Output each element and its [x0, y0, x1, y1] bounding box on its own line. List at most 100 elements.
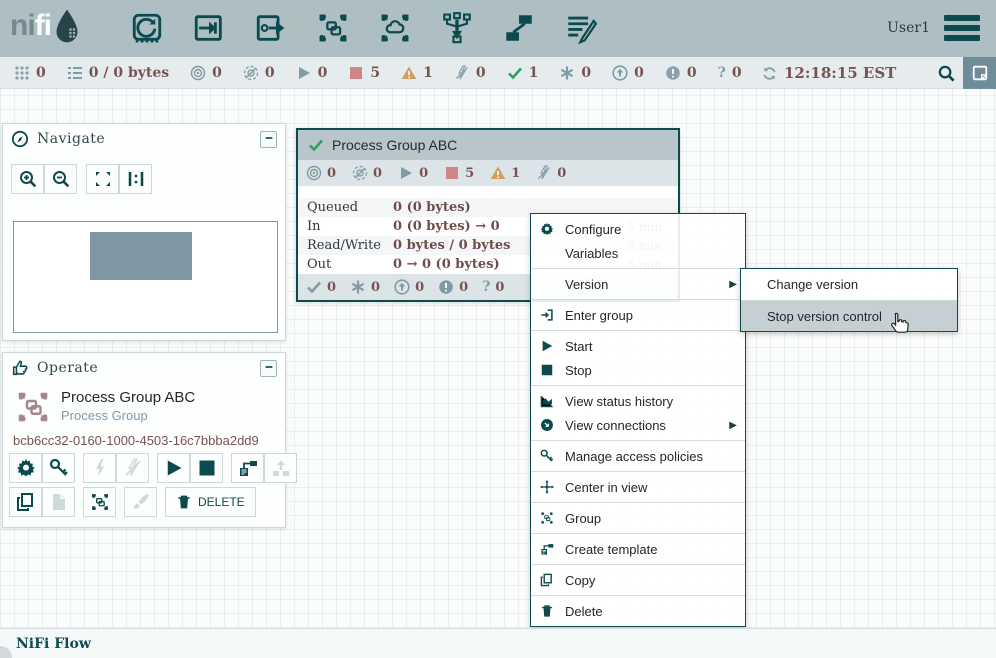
up-to-date-stat: 1: [507, 65, 539, 81]
menu-separator: [531, 299, 745, 300]
menu-item-center-in-view[interactable]: Center in view: [531, 475, 745, 499]
menu-item-manage-access-policies[interactable]: Manage access policies: [531, 444, 745, 468]
pg-up-to-date-badge: 0: [306, 279, 336, 295]
top-toolbar: nifi User1: [0, 0, 996, 57]
center-icon: [540, 480, 554, 494]
copy-icon: [16, 492, 36, 512]
menu-item-stop[interactable]: Stop: [531, 358, 745, 382]
submenu-item-change-version[interactable]: Change version: [741, 269, 957, 300]
component-type: Process Group: [61, 408, 195, 423]
stale-icon: [612, 65, 628, 81]
pg-locally-modified-badge: 0: [350, 279, 380, 295]
flow-canvas[interactable]: Navigate Operate: [0, 89, 996, 628]
logo-text-ni: ni: [10, 9, 35, 43]
menu-item-start[interactable]: Start: [531, 334, 745, 358]
bolt-icon: [90, 458, 110, 478]
group-icon: [90, 492, 110, 512]
sync-failure-icon: ?: [718, 65, 726, 81]
process-group-name: Process Group ABC: [332, 137, 457, 153]
template-icon[interactable]: [500, 9, 538, 47]
process-group-icon[interactable]: [314, 9, 352, 47]
upload-version-icon: [271, 458, 291, 478]
logo-text-fi: fi: [35, 9, 51, 43]
transmitting-stat: 0: [190, 65, 222, 81]
actual-size-button[interactable]: [119, 164, 152, 194]
stopped-icon: [348, 65, 364, 81]
copy-button[interactable]: [9, 487, 42, 517]
operate-collapse-button[interactable]: [260, 360, 277, 377]
search-button[interactable]: [930, 57, 963, 89]
brush-icon: [131, 492, 151, 512]
nifi-app: nifi User1 0 0 / 0 bytes 0 0 0 5 1 0 1: [0, 0, 996, 658]
configuration-button[interactable]: [9, 453, 42, 483]
menu-item-view-connections[interactable]: View connections▶: [531, 413, 745, 437]
version-submenu: Change version Stop version control: [740, 268, 958, 332]
navigate-header[interactable]: Navigate: [3, 124, 285, 154]
refresh-status: 12:18:15 EST: [762, 57, 896, 89]
global-menu-icon[interactable]: [944, 15, 980, 41]
delete-button[interactable]: DELETE: [165, 487, 256, 517]
operate-header[interactable]: Operate: [3, 353, 285, 383]
pg-transmitting-badge: 0: [306, 165, 336, 181]
birdseye-minimap[interactable]: [13, 221, 278, 333]
locally-modified-stat: 0: [559, 65, 591, 81]
label-icon[interactable]: [562, 9, 600, 47]
flow-version-icon: [238, 458, 258, 478]
output-port-icon[interactable]: [252, 9, 290, 47]
input-port-icon[interactable]: [190, 9, 228, 47]
operate-buttons-row2: DELETE: [9, 487, 256, 517]
menu-separator: [531, 471, 745, 472]
selected-component: Process Group ABC Process Group: [15, 389, 195, 425]
queued-stat: 0 / 0 bytes: [67, 65, 169, 81]
panel-doc-icon: [971, 64, 989, 82]
access-policies-button[interactable]: [42, 453, 75, 483]
zoom-in-button[interactable]: [11, 164, 44, 194]
menu-item-version[interactable]: Version▶: [531, 272, 745, 296]
menu-separator: [531, 595, 745, 596]
start-button[interactable]: [157, 453, 190, 483]
up-to-date-icon: [306, 279, 322, 295]
remote-process-group-icon[interactable]: [376, 9, 414, 47]
pg-not-transmitting-badge: 0: [352, 165, 382, 181]
bolt-slash-icon: [123, 458, 143, 478]
submenu-item-stop-version-control[interactable]: Stop version control: [741, 300, 957, 331]
transmitting-icon: [190, 65, 206, 81]
menu-item-view-status-history[interactable]: View status history: [531, 389, 745, 413]
navigate-collapse-button[interactable]: [260, 131, 277, 148]
menu-item-copy[interactable]: Copy: [531, 568, 745, 592]
current-user[interactable]: User1: [887, 20, 930, 36]
menu-item-variables[interactable]: Variables: [531, 241, 745, 265]
stop-button[interactable]: [190, 453, 223, 483]
gear-icon: [16, 458, 36, 478]
processor-icon[interactable]: [128, 9, 166, 47]
operate-palette: Operate Process Group ABC Process Group …: [2, 352, 286, 528]
zoom-in-icon: [18, 169, 38, 189]
menu-separator: [531, 385, 745, 386]
stopped-icon: [444, 165, 460, 181]
menu-item-create-template[interactable]: Create template: [531, 537, 745, 561]
zoom-out-button[interactable]: [44, 164, 77, 194]
disable-button: [116, 453, 149, 483]
funnel-icon[interactable]: [438, 9, 476, 47]
transmitting-icon: [306, 165, 322, 181]
menu-separator: [531, 502, 745, 503]
navigate-palette: Navigate: [2, 123, 286, 341]
template-icon: [540, 542, 554, 556]
menu-separator: [531, 330, 745, 331]
refresh-icon[interactable]: [762, 66, 777, 81]
process-group-badges: 0 0 0 5 1 0: [298, 160, 678, 186]
group-button[interactable]: [83, 487, 116, 517]
connections-icon: [540, 418, 554, 432]
start-version-control-button[interactable]: [231, 453, 264, 483]
menu-item-delete[interactable]: Delete: [531, 599, 745, 623]
menu-item-group[interactable]: Group: [531, 506, 745, 530]
menu-item-enter-group[interactable]: Enter group: [531, 303, 745, 327]
breadcrumb[interactable]: NiFi Flow: [16, 636, 91, 652]
warning-stat: 1: [401, 65, 433, 81]
pg-warning-badge: 1: [490, 165, 520, 181]
fit-view-button[interactable]: [86, 164, 119, 194]
menu-item-configure[interactable]: Configure: [531, 217, 745, 241]
modified-stale-icon: [665, 65, 681, 81]
bulletin-panel-button[interactable]: [963, 57, 996, 89]
process-group-header: Process Group ABC: [298, 130, 678, 160]
